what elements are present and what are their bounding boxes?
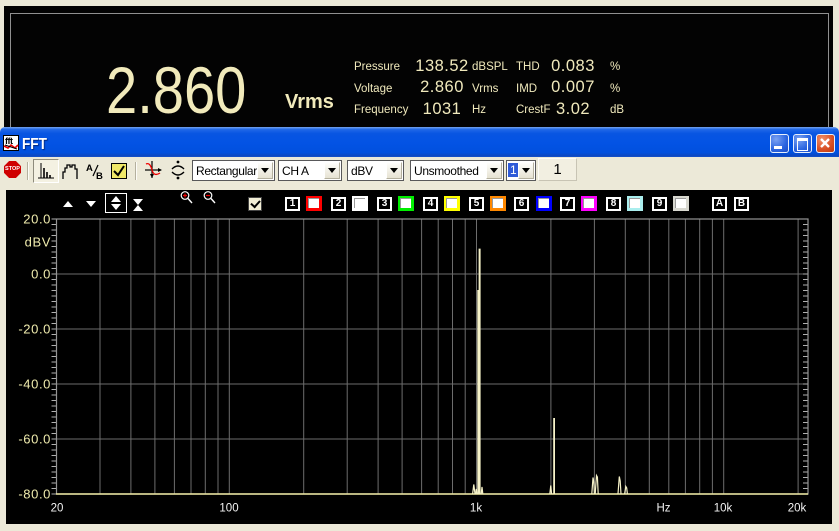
svg-text:-80.0: -80.0 [18,487,51,502]
svg-text:B: B [96,171,103,180]
svg-text:A: A [86,163,93,174]
svg-text:-40.0: -40.0 [18,377,51,392]
svg-text:dBV: dBV [25,235,51,250]
svg-text:0.0: 0.0 [31,267,51,282]
svg-text:20.0: 20.0 [23,212,51,227]
svg-text:Hz: Hz [656,503,670,515]
svg-text:20: 20 [51,503,64,515]
svg-text:-20.0: -20.0 [18,322,51,337]
svg-text:20k: 20k [788,503,807,515]
svg-text:1k: 1k [470,503,482,515]
svg-text:-60.0: -60.0 [18,432,51,447]
svg-text:fft: fft [5,136,13,146]
svg-text:10k: 10k [714,503,733,515]
svg-text:100: 100 [219,503,238,515]
